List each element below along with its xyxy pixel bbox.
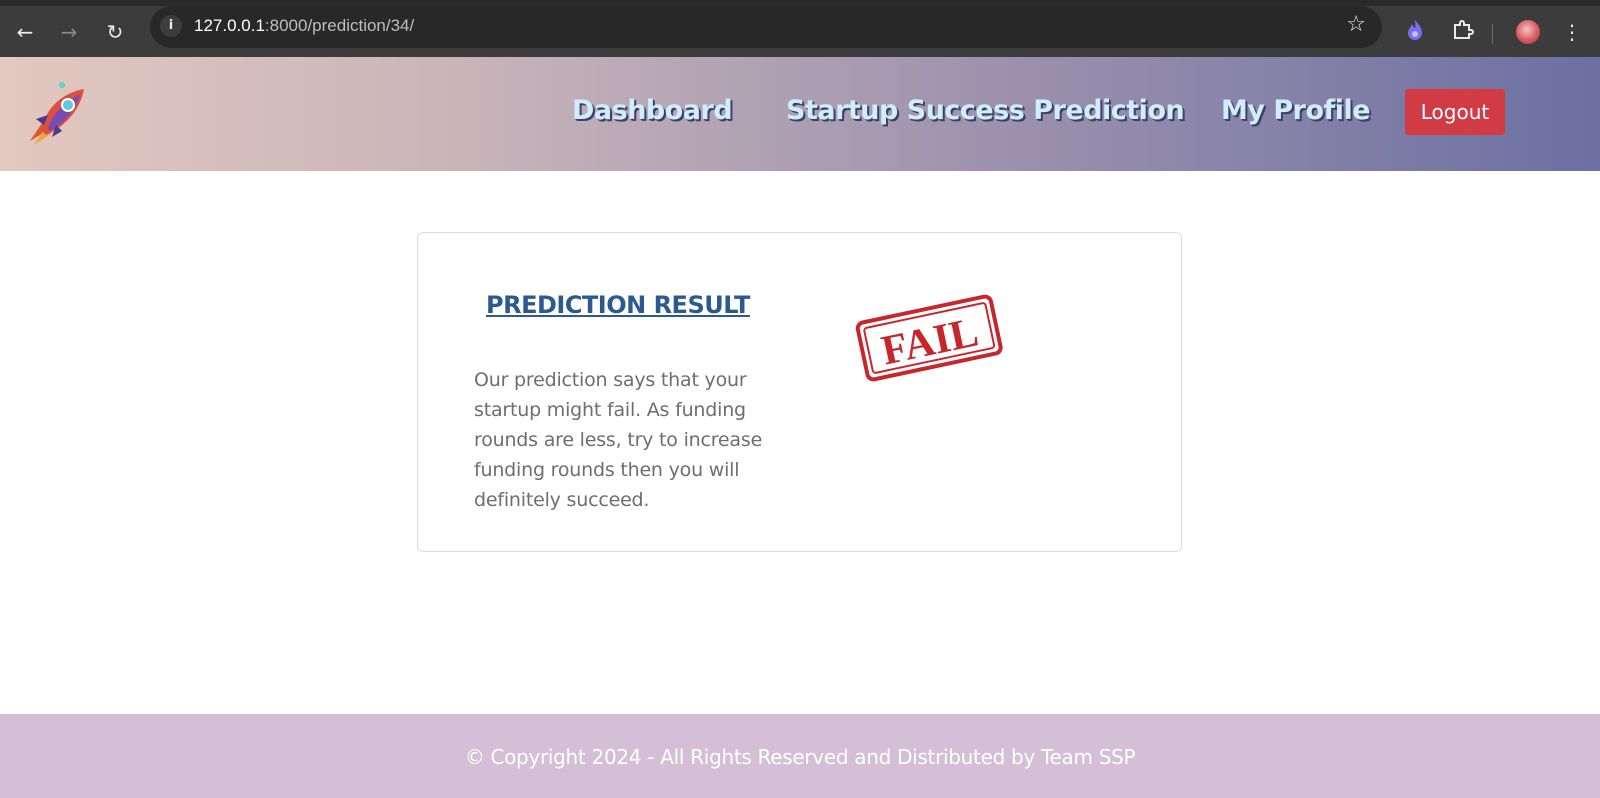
nav-my-profile[interactable]: My Profile (1221, 95, 1371, 126)
back-arrow-icon[interactable]: ← (12, 19, 38, 45)
bookmark-star-icon[interactable]: ☆ (1346, 12, 1366, 37)
prediction-message: Our prediction says that your startup mi… (474, 369, 763, 511)
fail-stamp-image: FAIL (855, 291, 1003, 383)
toolbar-separator (1492, 24, 1493, 44)
url-text[interactable]: 127.0.0.1:8000/prediction/34/ (194, 16, 414, 36)
prediction-result-card: PREDICTION RESULT Our prediction says th… (417, 232, 1182, 552)
site-header: Dashboard Startup Success Prediction My … (0, 57, 1600, 171)
forward-arrow-icon[interactable]: → (56, 19, 82, 45)
copyright-text: © Copyright 2024 - All Rights Reserved a… (464, 745, 1136, 769)
card-title: PREDICTION RESULT (486, 291, 750, 319)
nav-dashboard[interactable]: Dashboard (572, 95, 733, 126)
nav-startup-success-prediction[interactable]: Startup Success Prediction (786, 95, 1185, 126)
profile-avatar-icon[interactable] (1516, 20, 1540, 44)
reload-icon[interactable]: ↻ (102, 19, 128, 45)
stamp-text: FAIL (878, 309, 983, 374)
menu-dots-icon[interactable]: ⋮ (1562, 19, 1582, 45)
site-footer: © Copyright 2024 - All Rights Reserved a… (0, 714, 1600, 798)
address-bar[interactable]: i 127.0.0.1:8000/prediction/34/ ☆ (150, 6, 1382, 48)
browser-toolbar: ← → ↻ i 127.0.0.1:8000/prediction/34/ ☆ … (0, 0, 1600, 57)
rocket-logo-icon[interactable] (22, 79, 88, 149)
extensions-puzzle-icon[interactable] (1450, 19, 1476, 45)
logout-button[interactable]: Logout (1405, 89, 1505, 135)
extension-flame-icon[interactable] (1402, 19, 1428, 45)
site-info-icon[interactable]: i (160, 15, 182, 37)
